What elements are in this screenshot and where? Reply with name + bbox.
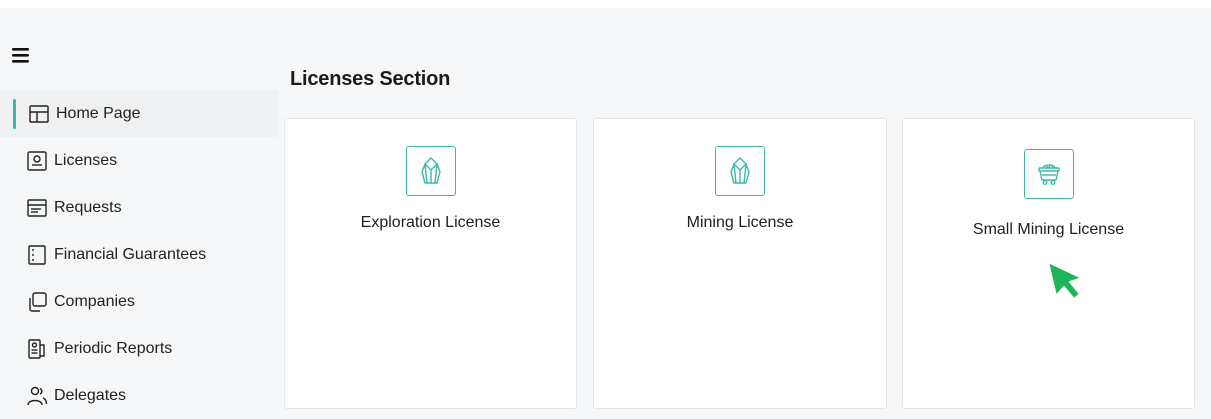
sidebar-item-label: Requests <box>54 198 122 216</box>
users-icon <box>26 385 48 407</box>
license-card-icon <box>26 150 48 172</box>
mining-license-card[interactable]: Mining License <box>593 118 887 409</box>
card-label: Small Mining License <box>972 221 1125 238</box>
sidebar: Home Page Licenses Requests Financial Gu… <box>0 90 278 419</box>
hamburger-menu-icon[interactable] <box>12 45 34 65</box>
sidebar-item-periodic-reports[interactable]: Periodic Reports <box>0 325 278 372</box>
sidebar-item-label: Licenses <box>54 151 118 169</box>
sidebar-item-label: Companies <box>54 292 135 310</box>
sidebar-item-label: Periodic Reports <box>54 339 173 357</box>
sidebar-item-financial-guarantees[interactable]: Financial Guarantees <box>0 231 278 278</box>
reports-icon <box>26 338 48 360</box>
sidebar-item-delegates[interactable]: Delegates <box>0 372 278 419</box>
crystal-icon <box>715 146 765 196</box>
mine-cart-icon <box>1023 149 1074 199</box>
sidebar-item-label: Home Page <box>56 104 141 122</box>
card-label: Exploration License <box>360 214 501 231</box>
notebook-icon <box>26 244 48 266</box>
crystal-icon <box>405 146 456 196</box>
document-icon <box>26 197 48 219</box>
card-label: Mining License <box>686 214 794 231</box>
sidebar-item-companies[interactable]: Companies <box>0 278 278 325</box>
copy-icon <box>26 291 48 313</box>
sidebar-item-label: Financial Guarantees <box>54 245 207 263</box>
sidebar-item-label: Delegates <box>54 386 127 404</box>
page-title: Licenses Section <box>290 68 451 90</box>
exploration-license-card[interactable]: Exploration License <box>284 118 577 409</box>
sidebar-item-home-page[interactable]: Home Page <box>0 90 278 137</box>
layout-icon <box>28 103 50 125</box>
sidebar-item-licenses[interactable]: Licenses <box>0 137 278 184</box>
sidebar-item-requests[interactable]: Requests <box>0 184 278 231</box>
app-shell: Home Page Licenses Requests Financial Gu… <box>0 8 1211 419</box>
cursor-pointer-icon <box>1044 258 1086 304</box>
